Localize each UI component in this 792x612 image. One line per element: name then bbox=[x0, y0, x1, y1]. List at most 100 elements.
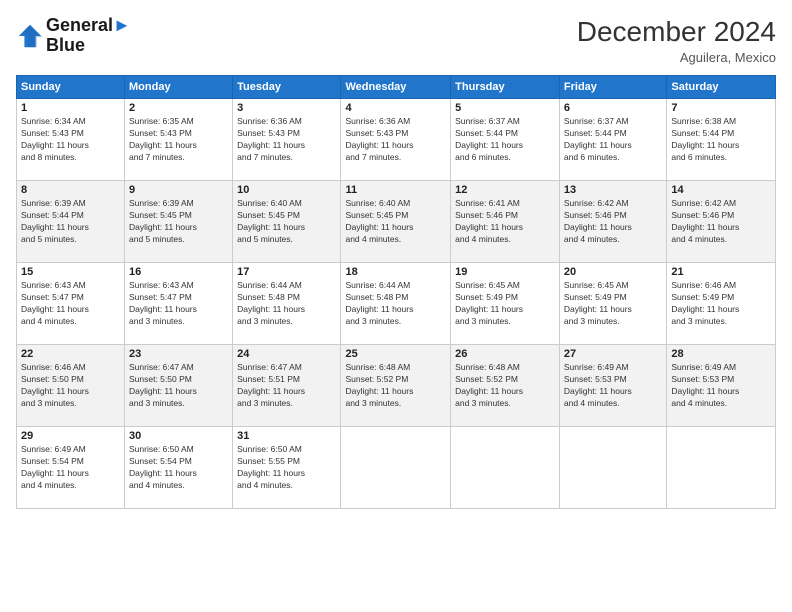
title-section: December 2024 Aguilera, Mexico bbox=[577, 16, 776, 65]
logo-line1: General► bbox=[46, 16, 131, 36]
day-number: 3 bbox=[237, 102, 336, 114]
day-number: 9 bbox=[129, 184, 228, 196]
table-row: 11 Sunrise: 6:40 AMSunset: 5:45 PMDayligh… bbox=[341, 181, 451, 263]
day-info: Sunrise: 6:46 AMSunset: 5:49 PMDaylight:… bbox=[671, 280, 771, 328]
calendar-header-row: Sunday Monday Tuesday Wednesday Thursday… bbox=[17, 76, 776, 99]
day-info: Sunrise: 6:49 AMSunset: 5:54 PMDaylight:… bbox=[21, 444, 120, 492]
logo-line2: Blue bbox=[46, 36, 131, 56]
day-number: 20 bbox=[564, 266, 662, 278]
day-number: 1 bbox=[21, 102, 120, 114]
day-number: 25 bbox=[345, 348, 446, 360]
day-info: Sunrise: 6:46 AMSunset: 5:50 PMDaylight:… bbox=[21, 362, 120, 410]
table-row: 6 Sunrise: 6:37 AMSunset: 5:44 PMDaylight… bbox=[559, 99, 666, 181]
calendar-week-row: 8 Sunrise: 6:39 AMSunset: 5:44 PMDaylight… bbox=[17, 181, 776, 263]
month-title: December 2024 bbox=[577, 16, 776, 48]
table-row: 1 Sunrise: 6:34 AMSunset: 5:43 PMDaylight… bbox=[17, 99, 125, 181]
calendar-week-row: 22 Sunrise: 6:46 AMSunset: 5:50 PMDayligh… bbox=[17, 345, 776, 427]
day-number: 23 bbox=[129, 348, 228, 360]
day-info: Sunrise: 6:50 AMSunset: 5:55 PMDaylight:… bbox=[237, 444, 336, 492]
day-number: 17 bbox=[237, 266, 336, 278]
day-info: Sunrise: 6:49 AMSunset: 5:53 PMDaylight:… bbox=[564, 362, 662, 410]
day-info: Sunrise: 6:44 AMSunset: 5:48 PMDaylight:… bbox=[237, 280, 336, 328]
day-info: Sunrise: 6:42 AMSunset: 5:46 PMDaylight:… bbox=[671, 198, 771, 246]
table-row: 27 Sunrise: 6:49 AMSunset: 5:53 PMDayligh… bbox=[559, 345, 666, 427]
table-row: 13 Sunrise: 6:42 AMSunset: 5:46 PMDayligh… bbox=[559, 181, 666, 263]
col-thursday: Thursday bbox=[451, 76, 560, 99]
table-row: 20 Sunrise: 6:45 AMSunset: 5:49 PMDayligh… bbox=[559, 263, 666, 345]
table-row: 3Sunrise: 6:36 AMSunset: 5:43 PMDaylight… bbox=[233, 99, 341, 181]
day-info: Sunrise: 6:48 AMSunset: 5:52 PMDaylight:… bbox=[345, 362, 446, 410]
page: General► Blue December 2024 Aguilera, Me… bbox=[0, 0, 792, 612]
day-number: 13 bbox=[564, 184, 662, 196]
day-number: 21 bbox=[671, 266, 771, 278]
table-row: 14 Sunrise: 6:42 AMSunset: 5:46 PMDayligh… bbox=[667, 181, 776, 263]
day-info: Sunrise: 6:38 AMSunset: 5:44 PMDaylight:… bbox=[671, 116, 771, 164]
calendar-week-row: 15Sunrise: 6:43 AMSunset: 5:47 PMDayligh… bbox=[17, 263, 776, 345]
table-row: 4Sunrise: 6:36 AMSunset: 5:43 PMDaylight… bbox=[341, 99, 451, 181]
table-row: 17 Sunrise: 6:44 AMSunset: 5:48 PMDayligh… bbox=[233, 263, 341, 345]
day-number: 26 bbox=[455, 348, 555, 360]
logo: General► Blue bbox=[16, 16, 131, 56]
calendar-week-row: 1 Sunrise: 6:34 AMSunset: 5:43 PMDaylight… bbox=[17, 99, 776, 181]
day-number: 16 bbox=[129, 266, 228, 278]
calendar-week-row: 29 Sunrise: 6:49 AMSunset: 5:54 PMDayligh… bbox=[17, 427, 776, 509]
table-row: 24Sunrise: 6:47 AMSunset: 5:51 PMDayligh… bbox=[233, 345, 341, 427]
day-info: Sunrise: 6:47 AMSunset: 5:50 PMDaylight:… bbox=[129, 362, 228, 410]
day-number: 30 bbox=[129, 430, 228, 442]
day-number: 11 bbox=[345, 184, 446, 196]
table-row: 2 Sunrise: 6:35 AMSunset: 5:43 PMDaylight… bbox=[125, 99, 233, 181]
table-row: 5 Sunrise: 6:37 AMSunset: 5:44 PMDaylight… bbox=[451, 99, 560, 181]
day-info: Sunrise: 6:37 AMSunset: 5:44 PMDaylight:… bbox=[455, 116, 555, 164]
col-monday: Monday bbox=[125, 76, 233, 99]
day-info: Sunrise: 6:37 AMSunset: 5:44 PMDaylight:… bbox=[564, 116, 662, 164]
table-row: 25 Sunrise: 6:48 AMSunset: 5:52 PMDayligh… bbox=[341, 345, 451, 427]
table-row: 12Sunrise: 6:41 AMSunset: 5:46 PMDayligh… bbox=[451, 181, 560, 263]
day-info: Sunrise: 6:40 AMSunset: 5:45 PMDaylight:… bbox=[345, 198, 446, 246]
table-row: 8 Sunrise: 6:39 AMSunset: 5:44 PMDaylight… bbox=[17, 181, 125, 263]
table-row: 7 Sunrise: 6:38 AMSunset: 5:44 PMDaylight… bbox=[667, 99, 776, 181]
day-info: Sunrise: 6:36 AMSunset: 5:43 PMDaylight:… bbox=[345, 116, 446, 164]
day-info: Sunrise: 6:45 AMSunset: 5:49 PMDaylight:… bbox=[564, 280, 662, 328]
day-number: 24 bbox=[237, 348, 336, 360]
col-saturday: Saturday bbox=[667, 76, 776, 99]
table-row: 16Sunrise: 6:43 AMSunset: 5:47 PMDayligh… bbox=[125, 263, 233, 345]
day-info: Sunrise: 6:48 AMSunset: 5:52 PMDaylight:… bbox=[455, 362, 555, 410]
table-row: 28Sunrise: 6:49 AMSunset: 5:53 PMDayligh… bbox=[667, 345, 776, 427]
table-row: 21 Sunrise: 6:46 AMSunset: 5:49 PMDayligh… bbox=[667, 263, 776, 345]
day-info: Sunrise: 6:44 AMSunset: 5:48 PMDaylight:… bbox=[345, 280, 446, 328]
day-number: 7 bbox=[671, 102, 771, 114]
table-row bbox=[559, 427, 666, 509]
logo-icon bbox=[16, 22, 44, 50]
day-info: Sunrise: 6:35 AMSunset: 5:43 PMDaylight:… bbox=[129, 116, 228, 164]
day-number: 29 bbox=[21, 430, 120, 442]
day-info: Sunrise: 6:39 AMSunset: 5:44 PMDaylight:… bbox=[21, 198, 120, 246]
table-row bbox=[667, 427, 776, 509]
table-row: 31Sunrise: 6:50 AMSunset: 5:55 PMDayligh… bbox=[233, 427, 341, 509]
day-info: Sunrise: 6:41 AMSunset: 5:46 PMDaylight:… bbox=[455, 198, 555, 246]
day-number: 8 bbox=[21, 184, 120, 196]
day-number: 27 bbox=[564, 348, 662, 360]
col-friday: Friday bbox=[559, 76, 666, 99]
day-info: Sunrise: 6:40 AMSunset: 5:45 PMDaylight:… bbox=[237, 198, 336, 246]
col-tuesday: Tuesday bbox=[233, 76, 341, 99]
day-number: 5 bbox=[455, 102, 555, 114]
table-row: 30Sunrise: 6:50 AMSunset: 5:54 PMDayligh… bbox=[125, 427, 233, 509]
day-number: 14 bbox=[671, 184, 771, 196]
location: Aguilera, Mexico bbox=[577, 50, 776, 65]
day-number: 18 bbox=[345, 266, 446, 278]
table-row: 10 Sunrise: 6:40 AMSunset: 5:45 PMDayligh… bbox=[233, 181, 341, 263]
col-wednesday: Wednesday bbox=[341, 76, 451, 99]
table-row: 19Sunrise: 6:45 AMSunset: 5:49 PMDayligh… bbox=[451, 263, 560, 345]
table-row: 9Sunrise: 6:39 AMSunset: 5:45 PMDaylight… bbox=[125, 181, 233, 263]
day-number: 22 bbox=[21, 348, 120, 360]
table-row: 29 Sunrise: 6:49 AMSunset: 5:54 PMDayligh… bbox=[17, 427, 125, 509]
table-row: 15Sunrise: 6:43 AMSunset: 5:47 PMDayligh… bbox=[17, 263, 125, 345]
table-row bbox=[341, 427, 451, 509]
day-number: 10 bbox=[237, 184, 336, 196]
day-info: Sunrise: 6:42 AMSunset: 5:46 PMDaylight:… bbox=[564, 198, 662, 246]
day-info: Sunrise: 6:34 AMSunset: 5:43 PMDaylight:… bbox=[21, 116, 120, 164]
header: General► Blue December 2024 Aguilera, Me… bbox=[16, 16, 776, 65]
day-number: 2 bbox=[129, 102, 228, 114]
day-number: 6 bbox=[564, 102, 662, 114]
table-row bbox=[451, 427, 560, 509]
